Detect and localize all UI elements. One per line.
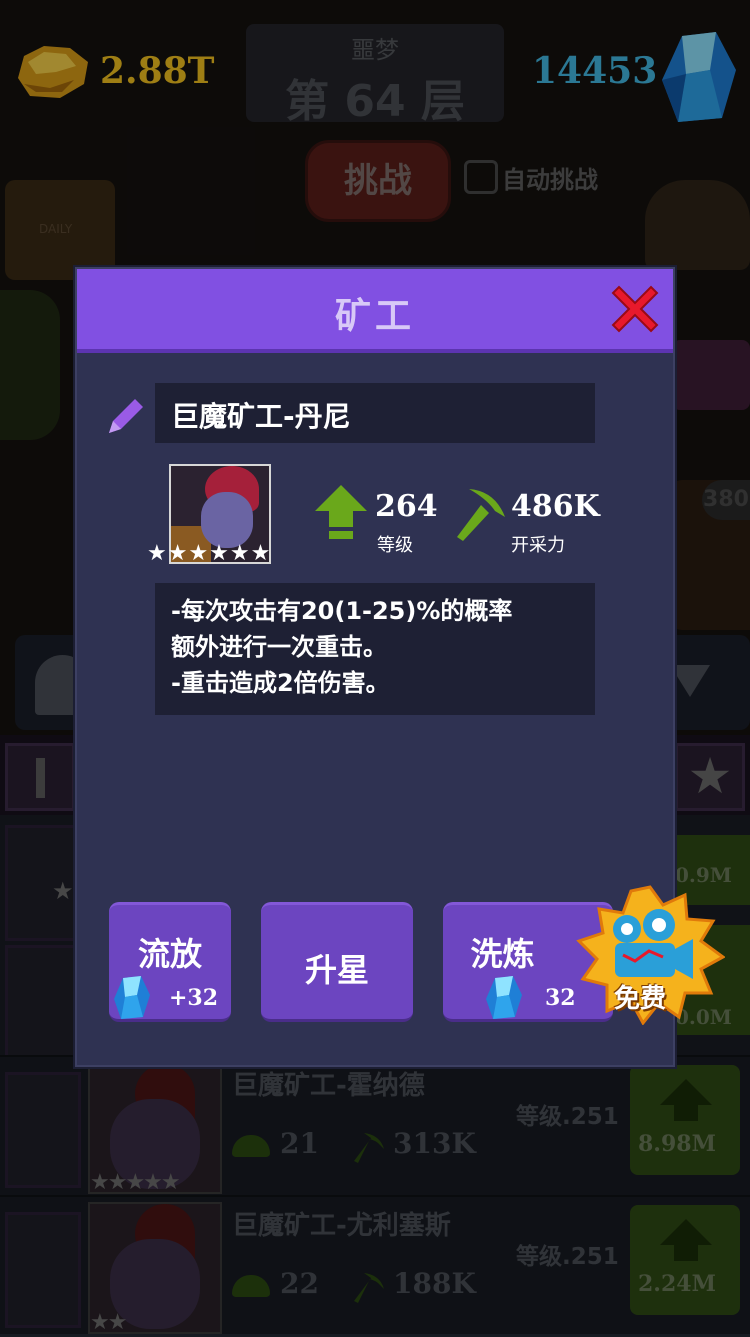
level-label: 等级	[377, 535, 413, 556]
exile-reward: +32	[169, 985, 219, 1011]
free-label: 免费	[614, 984, 667, 1014]
star-rating: ★★★★★★	[147, 541, 272, 566]
miner-name-field[interactable]: 巨魔矿工-丹尼	[155, 383, 595, 443]
close-icon[interactable]	[607, 281, 663, 337]
pickaxe-icon	[457, 489, 505, 541]
upgrade-star-label: 升星	[304, 951, 369, 989]
description-line: -每次攻击有20(1-25)%的概率	[171, 597, 513, 625]
exile-button[interactable]: 流放 +32	[109, 902, 231, 1022]
miner-name: 巨魔矿工-丹尼	[171, 400, 351, 433]
level-value: 264	[375, 489, 438, 524]
description-line: 额外进行一次重击。	[171, 633, 387, 661]
refine-cost: 32	[545, 985, 576, 1011]
refine-label: 洗炼	[470, 935, 535, 973]
description-line: -重击造成2倍伤害。	[171, 669, 390, 697]
exile-label: 流放	[137, 935, 202, 973]
pencil-icon[interactable]	[103, 393, 149, 439]
green-up-arrow-icon	[315, 485, 367, 539]
blue-gem-icon	[486, 976, 522, 1019]
mining-power-value: 486K	[511, 489, 600, 524]
dialog-header: 矿工	[77, 269, 673, 353]
dialog-title: 矿工	[334, 296, 415, 337]
skill-description: -每次攻击有20(1-25)%的概率 额外进行一次重击。 -重击造成2倍伤害。	[155, 583, 595, 715]
mining-power-label: 开采力	[511, 535, 565, 556]
blue-gem-icon	[114, 976, 150, 1019]
upgrade-star-button[interactable]: 升星	[261, 902, 413, 1022]
